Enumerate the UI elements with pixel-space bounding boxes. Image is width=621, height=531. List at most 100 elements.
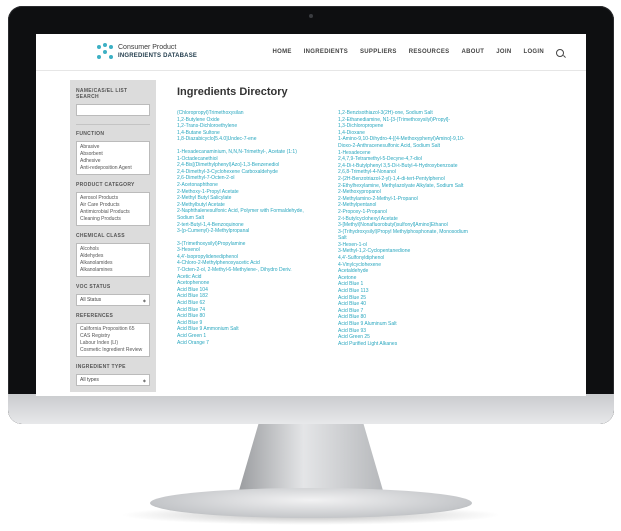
ingredient-link[interactable]: 2-tert-Butyl-1,4-Benzoquinone [177,222,327,229]
ingredient-link[interactable]: Salt [338,235,488,242]
ingredient-link[interactable]: Acid Blue 182 [177,293,327,300]
voc-status-select[interactable]: All Status [76,294,150,306]
ingredient-link[interactable]: Acetophenone [177,280,327,287]
ingredient-link[interactable]: Acid Blue 1 [338,281,488,288]
nav-about[interactable]: ABOUT [461,49,484,57]
ingredient-link[interactable]: 1-Hexadecene [338,150,488,157]
ingredient-link[interactable]: Acetic Acid [177,274,327,281]
ingredient-link[interactable]: 1-Octadecanethiol [177,156,327,163]
ingredient-link[interactable]: Acid Green 1 [177,333,327,340]
ingredient-link[interactable]: 2,6,8-Trimethyl-4-Nonanol [338,169,488,176]
ingredient-link[interactable]: 1-Hexadecanaminium, N,N,N-Trimethyl-, Ac… [177,149,327,156]
ingredient-link[interactable]: 3-(p-Cumenyl)-2-Methylpropanal [177,228,327,235]
ingredient-link[interactable]: 1,4-Butane Sultone [177,130,327,137]
nav-join[interactable]: JOIN [496,49,511,57]
ingredient-link[interactable]: Acid Blue 80 [338,314,488,321]
ingredient-link[interactable]: 2-Propoxy-1-Propanol [338,209,488,216]
ingredient-link[interactable]: 3-(Trimethoxysilyl)Propylamine [177,241,327,248]
ingredient-link[interactable]: 2-Methoxy-1-Propyl Acetate [177,189,327,196]
ingredient-link[interactable]: 2-Ethylhexylamine, Methylazolyate Alkyla… [338,183,488,190]
ingredient-link[interactable]: Acetone [338,275,488,282]
ingredient-link[interactable]: 1,2-Trans-Dichloroethylene [177,123,327,130]
ingredient-link[interactable]: 2-Methylpentanol [338,202,488,209]
ingredient-type-select[interactable]: All types [76,374,150,386]
ingredient-link[interactable]: 3-Hexenol [177,247,327,254]
ingredient-link[interactable]: 2,4-Bis[(Dimethylphenyl)Azo]-1,3-Benzene… [177,162,327,169]
search-icon[interactable] [556,49,564,57]
list-item[interactable]: Cleaning Products [80,216,146,223]
ingredient-link[interactable]: 1,2-Butylene Oxide [177,117,327,124]
ingredient-link[interactable]: Acetaldehyde [338,268,488,275]
nav-login[interactable]: LOGIN [524,49,545,57]
ingredient-link[interactable]: Acid Blue 93 [338,328,488,335]
ingredient-link[interactable]: 3-Methyl-1,2-Cyclopentanedione [338,248,488,255]
ingredient-link[interactable]: Acid Blue 80 [177,313,327,320]
ingredient-link[interactable]: 4-Vinylcyclohexene [338,262,488,269]
ingredient-link[interactable]: 1-Amino-9,10-Dihydro-4-[(4-Methoxyphenyl… [338,136,488,143]
ingredient-link[interactable]: 4,4'-Sulfonyldiphenol [338,255,488,262]
ingredient-link[interactable]: 2-(2H-Benzotriazol-2-yl)-1,4-di-tert-Pen… [338,176,488,183]
site-logo[interactable]: Consumer Product INGREDIENTS DATABASE [96,43,197,61]
ingredient-link[interactable]: (Chloropropyl)Trimethoxysilan [177,110,327,117]
list-item[interactable]: Alkanolamines [80,267,146,274]
ingredient-link[interactable]: Acid Blue 9 Aluminum Salt [338,321,488,328]
ingredient-link[interactable]: Acid Blue 9 Ammonium Salt [177,326,327,333]
ingredient-link[interactable]: 3-(Trihydroxysilyl)Propyl Methylphosphon… [338,229,488,236]
search-input[interactable] [76,104,150,116]
ingredient-link[interactable]: 4-Chloro-2-Methylphenoxyacetic Acid [177,260,327,267]
list-item[interactable]: Anti-redeposition Agent [80,165,146,172]
references-list[interactable]: California Proposition 65 CAS Registry L… [76,323,150,357]
list-item[interactable]: Antimicrobial Products [80,209,146,216]
ingredient-link[interactable]: 2-Acetonaphthone [177,182,327,189]
list-item[interactable]: Aerosol Products [80,195,146,202]
ingredient-link[interactable]: 1,2-Benzisothiazol-3(2H)-one, Sodium Sal… [338,110,488,117]
ingredient-link[interactable]: 2-t-Butylcyclohexyl Acetate [338,216,488,223]
ingredient-link[interactable]: 4,4'-Isopropylidenediphenol [177,254,327,261]
ingredient-link[interactable]: 2-Methylbutyl Acetate [177,202,327,209]
ingredient-link[interactable]: 2,6-Dimethyl-7-Octen-2-ol [177,175,327,182]
ingredient-link[interactable]: Acid Blue 104 [177,287,327,294]
ingredient-link[interactable]: 7-Octen-2-ol, 2-Methyl-6-Methylene-, Dih… [177,267,327,274]
list-item[interactable]: CAS Registry [80,333,146,340]
ingredient-link[interactable]: Acid Blue 40 [338,301,488,308]
ingredient-link[interactable]: 1,2-Ethanediamine, N1-[3-(Trimethoxysily… [338,117,488,124]
list-item[interactable]: Air Care Products [80,202,146,209]
nav-ingredients[interactable]: INGREDIENTS [304,49,348,57]
ingredient-link[interactable]: Acid Blue 25 [338,295,488,302]
ingredient-link[interactable]: Dioxo-2-Anthracenesulfonic Acid, Sodium … [338,143,488,150]
ingredient-link[interactable]: Acid Green 25 [338,334,488,341]
ingredient-link[interactable]: 2-Methyl Butyl Salicylate [177,195,327,202]
ingredient-link[interactable]: 2,4-Di-t-Butylphenyl 3,5-Di-t-Butyl-4-Hy… [338,163,488,170]
ingredient-link[interactable]: 1,4-Dioxane [338,130,488,137]
ingredient-link[interactable]: 2-Methylamino-2-Methyl-1-Propanol [338,196,488,203]
nav-resources[interactable]: RESOURCES [409,49,450,57]
list-item[interactable]: Labour Index (LI) [80,340,146,347]
ingredient-link[interactable]: 1,8-Diazabicyclo[5.4.0]Undec-7-ene [177,136,327,143]
nav-home[interactable]: HOME [272,49,291,57]
ingredient-link[interactable]: Acid Blue 113 [338,288,488,295]
ingredient-link[interactable]: Acid Blue 7 [338,308,488,315]
chemical-class-list[interactable]: Alcohols Aldehydes Alkanolamides Alkanol… [76,243,150,277]
ingredient-link[interactable]: 3-[Methyl(Nonafluorobutyl)sulfonyl]Amino… [338,222,488,229]
list-item[interactable]: California Proposition 65 [80,326,146,333]
ingredient-link[interactable]: 2-Methoxypropanol [338,189,488,196]
ingredient-link[interactable]: 2,4,7,9-Tetramethyl-5-Decyne-4,7-diol [338,156,488,163]
ingredient-link[interactable]: Acid Purified Light Alkanes [338,341,488,348]
ingredient-link[interactable]: 2,4-Dimethyl-3-Cyclohexene Carboxaldehyd… [177,169,327,176]
ingredient-link[interactable]: 1,3-Dichloropropene [338,123,488,130]
ingredient-link[interactable]: 3-Hexen-1-ol [338,242,488,249]
ingredient-link[interactable]: Acid Blue 62 [177,300,327,307]
list-item[interactable]: Adhesive [80,158,146,165]
ingredient-link[interactable]: Acid Blue 74 [177,307,327,314]
list-item[interactable]: Absorbent [80,151,146,158]
list-item[interactable]: Aldehydes [80,253,146,260]
list-item[interactable]: Alcohols [80,246,146,253]
function-list[interactable]: Abrasive Absorbent Adhesive Anti-redepos… [76,141,150,175]
ingredient-link[interactable]: Acid Orange 7 [177,340,327,347]
ingredient-link[interactable]: Sodium Salt [177,215,327,222]
list-item[interactable]: Alkanolamides [80,260,146,267]
nav-suppliers[interactable]: SUPPLIERS [360,49,397,57]
list-item[interactable]: Cosmetic Ingredient Review [80,347,146,354]
product-category-list[interactable]: Aerosol Products Air Care Products Antim… [76,192,150,226]
ingredient-link[interactable]: Acid Blue 9 [177,320,327,327]
